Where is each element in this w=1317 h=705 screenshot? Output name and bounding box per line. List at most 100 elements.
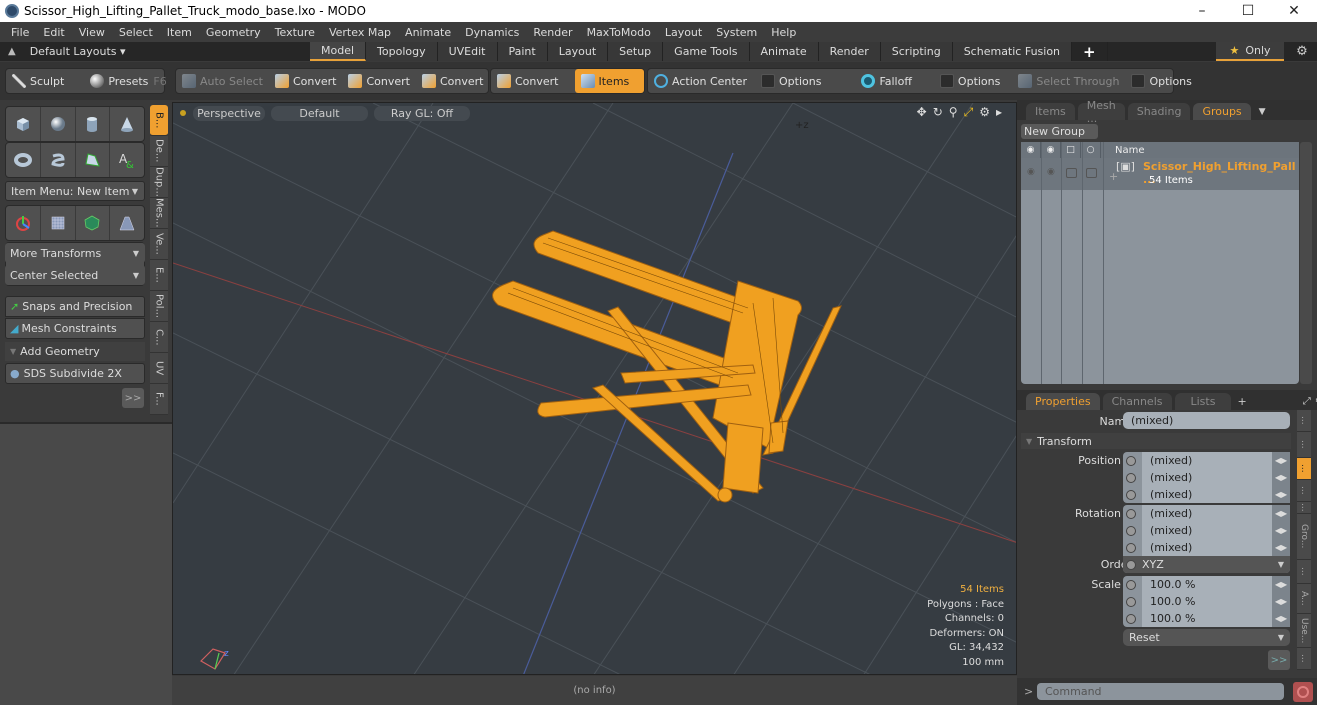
transform-section[interactable]: ▼ Transform — [1021, 433, 1291, 449]
side-tab-2[interactable]: ... — [1297, 432, 1311, 458]
tab-scripting[interactable]: Scripting — [880, 42, 953, 61]
rotation-x-anim-dot[interactable] — [1126, 508, 1136, 519]
position-y-anim-dot[interactable] — [1126, 472, 1136, 483]
menu-help[interactable]: Help — [764, 26, 803, 39]
sphere-tool-button[interactable] — [41, 107, 76, 141]
transform-tool-button[interactable] — [6, 206, 41, 240]
vtab-duplicate[interactable]: Dup... — [150, 167, 168, 198]
rotation-y-field[interactable]: (mixed) — [1142, 522, 1272, 539]
more-properties-button[interactable]: >> — [1268, 650, 1290, 670]
tab-items[interactable]: Items — [1026, 103, 1075, 120]
torus-tool-button[interactable] — [6, 143, 41, 177]
shading-mode-button[interactable]: Default — [271, 105, 368, 121]
mesh-constraints-button[interactable]: ◢ Mesh Constraints — [5, 318, 145, 339]
menu-view[interactable]: View — [72, 26, 112, 39]
name-column-header[interactable]: Name — [1115, 145, 1145, 156]
tab-game-tools[interactable]: Game Tools — [663, 42, 750, 61]
add-tab-button[interactable]: + — [1237, 395, 1246, 408]
lock-cube-icon[interactable]: □ — [1061, 142, 1081, 158]
vtab-curve[interactable]: C... — [150, 322, 168, 353]
cylinder-tool-button[interactable] — [76, 107, 111, 141]
tab-schematic-fusion[interactable]: Schematic Fusion — [952, 42, 1073, 61]
tab-layout[interactable]: Layout — [547, 42, 609, 61]
drag-arrows-icon[interactable]: ◀▶ — [1272, 469, 1290, 486]
tab-shading[interactable]: Shading — [1127, 103, 1191, 120]
select-through-button[interactable]: Select Through — [1012, 69, 1125, 93]
maximize-button[interactable]: ☐ — [1225, 0, 1271, 22]
scale-z-anim-dot[interactable] — [1126, 613, 1136, 624]
rotation-x-field[interactable]: (mixed) — [1142, 505, 1272, 522]
tab-topology[interactable]: Topology — [366, 42, 438, 61]
center-selected-dropdown[interactable]: Center Selected ▼ — [5, 265, 145, 285]
vtab-basic[interactable]: B... — [150, 105, 168, 136]
menu-edit[interactable]: Edit — [36, 26, 71, 39]
tab-animate[interactable]: Animate — [749, 42, 819, 61]
tab-paint[interactable]: Paint — [497, 42, 548, 61]
rotation-z-anim-dot[interactable] — [1126, 542, 1136, 553]
vtab-vertex[interactable]: Ve... — [150, 229, 168, 260]
drag-arrows-icon[interactable]: ◀▶ — [1272, 522, 1290, 539]
menu-layout[interactable]: Layout — [658, 26, 709, 39]
add-layout-tab-button[interactable]: + — [1072, 42, 1108, 61]
side-tab-10[interactable]: ... — [1297, 648, 1311, 670]
tab-uvedit[interactable]: UVEdit — [437, 42, 498, 61]
convert-edges-button[interactable]: Convert — [342, 69, 416, 93]
expand-panel-icon[interactable]: ⤢ — [1303, 396, 1311, 407]
tab-mesh[interactable]: Mesh ... — [1077, 99, 1125, 125]
convert-vertices-button[interactable]: Convert — [269, 69, 343, 93]
maximize-viewport-icon[interactable]: ⤢ — [964, 105, 974, 120]
reset-dropdown[interactable]: Reset ▼ — [1123, 629, 1290, 646]
record-macro-button[interactable] — [1293, 681, 1313, 702]
groups-scrollbar[interactable] — [1300, 142, 1312, 384]
row-visibility-eye-icon[interactable]: ◉ — [1027, 167, 1035, 177]
vtab-edge[interactable]: E... — [150, 260, 168, 291]
menu-select[interactable]: Select — [112, 26, 160, 39]
group-row[interactable]: ◉ ◉ + [▣] Scissor_High_Lifting_Pall ... … — [1021, 158, 1299, 190]
items-mode-button[interactable]: Items — [574, 69, 644, 93]
drag-arrows-icon[interactable]: ◀▶ — [1272, 593, 1290, 610]
view-mode-button[interactable]: Perspective — [193, 105, 265, 121]
name-field[interactable]: (mixed) — [1123, 412, 1290, 429]
presets-button[interactable]: Presets F6 — [84, 69, 172, 93]
layout-settings-gear-icon[interactable]: ⚙ — [1290, 42, 1314, 61]
vtab-polygon[interactable]: Pol... — [150, 291, 168, 322]
tab-model[interactable]: Model — [310, 42, 367, 61]
side-tab-user[interactable]: Use... — [1297, 614, 1311, 648]
order-dropdown[interactable]: XYZ ▼ — [1123, 556, 1290, 573]
rotation-y-anim-dot[interactable] — [1126, 525, 1136, 536]
render-camera-icon[interactable]: ◉ — [1041, 142, 1061, 158]
menu-render[interactable]: Render — [526, 26, 579, 39]
tab-groups[interactable]: Groups — [1193, 103, 1251, 120]
menu-system[interactable]: System — [709, 26, 764, 39]
zoom-icon[interactable]: ⚲ — [949, 105, 958, 120]
vtab-mesh-edit[interactable]: Mes... — [150, 198, 168, 229]
3d-viewport[interactable]: z +z Perspective Default Ray GL: Off ✥ ↻… — [172, 102, 1017, 675]
rotation-z-field[interactable]: (mixed) — [1142, 539, 1272, 556]
drag-arrows-icon[interactable]: ◀▶ — [1272, 576, 1290, 593]
drag-arrows-icon[interactable]: ◀▶ — [1272, 505, 1290, 522]
tab-channels[interactable]: Channels — [1102, 393, 1172, 410]
row-lock-checkbox[interactable] — [1066, 168, 1077, 178]
snaps-precision-button[interactable]: ➚ Snaps and Precision — [5, 296, 145, 317]
tab-lists[interactable]: Lists — [1174, 393, 1232, 410]
menu-maxtomodo[interactable]: MaxToModo — [580, 26, 658, 39]
side-tab-3[interactable]: ... — [1297, 458, 1311, 480]
scale-x-anim-dot[interactable] — [1126, 579, 1136, 590]
select-through-options-button[interactable]: Options — [1125, 69, 1197, 93]
position-y-field[interactable]: (mixed) — [1142, 469, 1272, 486]
pyramid-tool-button[interactable] — [110, 206, 144, 240]
default-layouts-dropdown[interactable]: ▲ Default Layouts ▾ — [0, 45, 310, 58]
side-tab-7[interactable]: ... — [1297, 560, 1311, 584]
falloff-options-button[interactable]: Options — [934, 69, 1006, 93]
menu-item[interactable]: Item — [160, 26, 199, 39]
auto-select-button[interactable]: Auto Select — [176, 69, 269, 93]
tab-properties[interactable]: Properties — [1026, 393, 1100, 410]
pan-icon[interactable]: ✥ — [917, 105, 927, 120]
capsule-tool-button[interactable] — [41, 143, 76, 177]
menu-dynamics[interactable]: Dynamics — [458, 26, 526, 39]
viewport-settings-gear-icon[interactable]: ⚙ — [979, 105, 990, 120]
position-z-field[interactable]: (mixed) — [1142, 486, 1272, 503]
side-tab-5[interactable]: ... — [1297, 502, 1311, 514]
visibility-eye-icon[interactable]: ◉ — [1021, 142, 1041, 158]
side-tab-assembly[interactable]: A... — [1297, 584, 1311, 614]
